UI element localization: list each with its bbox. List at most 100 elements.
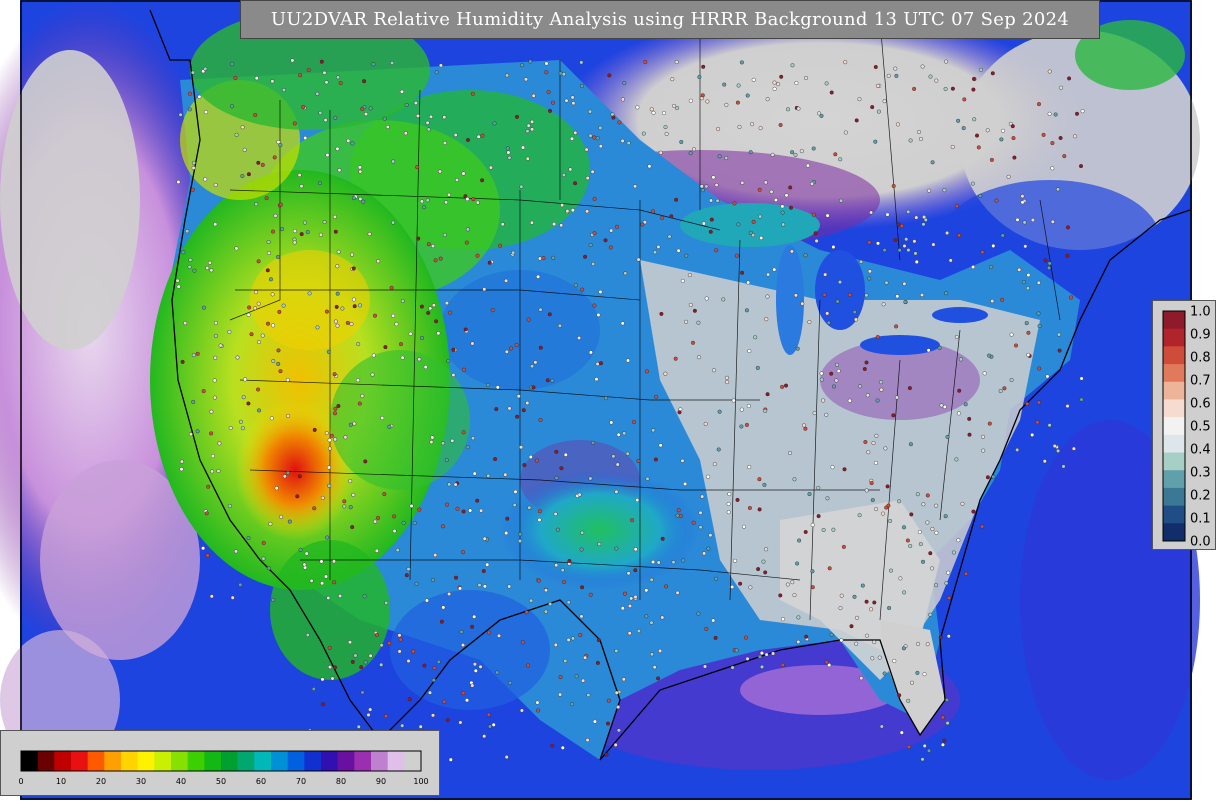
station-dot — [688, 98, 693, 103]
station-dot — [486, 382, 491, 387]
station-dot — [990, 299, 995, 304]
station-dot — [536, 274, 541, 279]
station-dot — [746, 404, 751, 409]
station-dot — [692, 308, 697, 313]
station-dot — [857, 513, 862, 518]
station-dot — [793, 152, 798, 157]
station-dot — [921, 502, 926, 507]
station-dot — [779, 74, 784, 79]
station-dot — [376, 515, 381, 520]
station-dot — [784, 193, 789, 198]
station-dot — [333, 411, 338, 416]
station-dot — [944, 59, 949, 64]
station-dot — [617, 120, 622, 125]
station-dot — [1079, 397, 1084, 402]
station-dot — [185, 229, 190, 234]
station-dot — [893, 237, 898, 242]
station-dot — [785, 582, 790, 587]
station-dot — [504, 278, 509, 283]
station-dot — [660, 536, 665, 541]
station-dot — [869, 607, 874, 612]
station-dot — [579, 547, 584, 552]
station-dot — [562, 580, 567, 585]
station-dot — [790, 150, 795, 155]
station-dot — [676, 248, 681, 253]
station-dot — [233, 549, 238, 554]
station-dot — [991, 243, 996, 248]
station-dot — [305, 633, 310, 638]
station-dot — [203, 110, 208, 115]
station-dot — [1000, 297, 1005, 302]
station-dot — [1053, 112, 1058, 117]
station-dot — [943, 514, 948, 519]
station-dot — [458, 586, 463, 591]
station-dot — [387, 424, 392, 429]
station-dot — [869, 481, 874, 486]
station-dot — [1061, 464, 1066, 469]
station-dot — [234, 246, 239, 251]
station-dot — [579, 614, 584, 619]
station-dot — [513, 489, 518, 494]
station-dot — [567, 559, 572, 564]
station-dot — [176, 179, 181, 184]
station-dot — [553, 642, 558, 647]
station-dot — [333, 406, 338, 411]
station-dot — [982, 371, 987, 376]
station-dot — [441, 441, 446, 446]
station-dot — [742, 524, 747, 529]
station-dot — [324, 574, 329, 579]
station-dot — [892, 658, 897, 663]
colorbar-tick-label: 10 — [56, 777, 66, 786]
station-dot — [960, 501, 965, 506]
station-dot — [874, 433, 879, 438]
station-dot — [403, 131, 408, 136]
station-dot — [875, 398, 880, 403]
station-dot — [463, 327, 468, 332]
station-dot — [674, 197, 679, 202]
station-dot — [213, 320, 218, 325]
station-dot — [906, 744, 911, 749]
station-dot — [757, 507, 762, 512]
station-dot — [636, 459, 641, 464]
station-dot — [280, 227, 285, 232]
station-dot — [756, 567, 761, 572]
station-dot — [704, 296, 709, 301]
station-dot — [525, 129, 530, 134]
colorado-green — [330, 350, 470, 490]
station-dot — [419, 199, 424, 204]
station-dot — [894, 73, 899, 78]
station-dot — [419, 304, 424, 309]
station-dot — [789, 205, 794, 210]
station-dot — [336, 75, 341, 80]
station-dot — [434, 319, 439, 324]
station-dot — [831, 384, 836, 389]
station-dot — [197, 94, 202, 99]
station-dot — [470, 91, 475, 96]
station-dot — [355, 378, 360, 383]
station-dot — [574, 674, 579, 679]
station-dot — [829, 371, 834, 376]
station-dot — [181, 250, 186, 255]
station-dot — [956, 118, 961, 123]
station-dot — [884, 505, 889, 510]
station-dot — [766, 272, 771, 277]
station-dot — [852, 594, 857, 599]
colorbar-tick-label: 0.3 — [1190, 466, 1211, 481]
map-canvas — [0, 0, 1200, 800]
station-dot — [599, 361, 604, 366]
station-dot — [1015, 217, 1020, 222]
station-dot — [745, 656, 750, 661]
station-dot — [426, 242, 431, 247]
station-dot — [422, 205, 427, 210]
station-dot — [964, 571, 969, 576]
station-dot — [514, 343, 519, 348]
station-dot — [213, 182, 218, 187]
station-dot — [346, 138, 351, 143]
station-dot — [325, 535, 330, 540]
station-dot — [859, 676, 864, 681]
station-dot — [1025, 286, 1030, 291]
station-dot — [1080, 109, 1085, 114]
station-dot — [335, 264, 340, 269]
station-dot — [615, 224, 620, 229]
station-dot — [498, 243, 503, 248]
